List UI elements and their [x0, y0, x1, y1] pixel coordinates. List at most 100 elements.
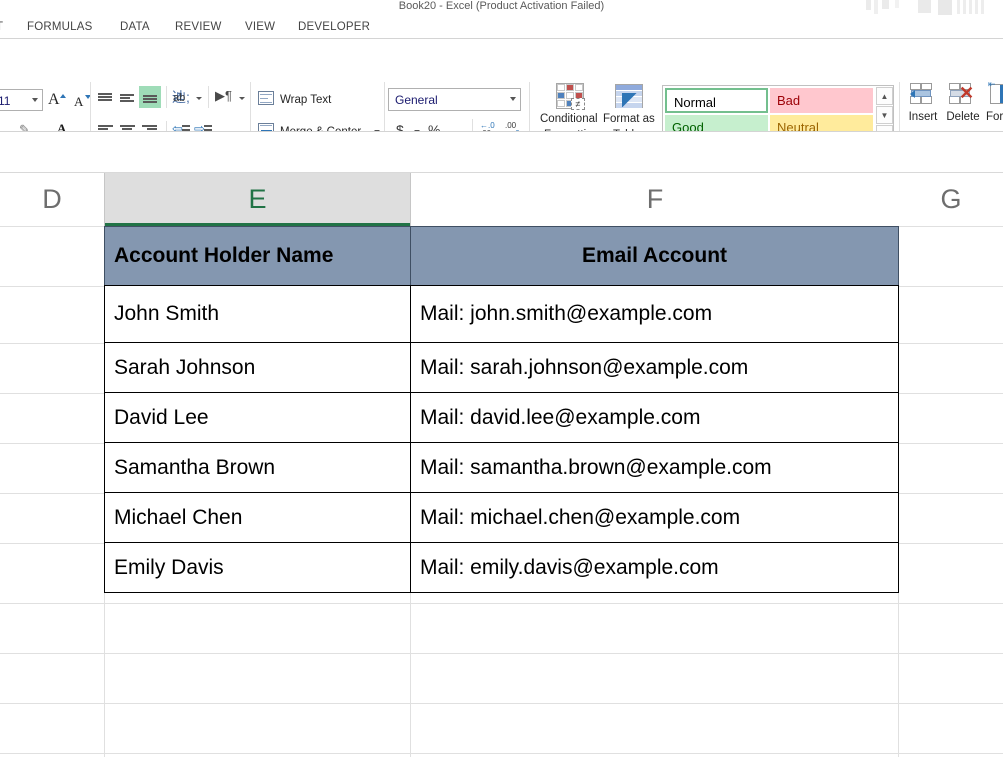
cf-cell [575, 84, 583, 91]
window-decoration-5 [918, 0, 931, 13]
chevron-down-icon[interactable] [32, 98, 38, 102]
table-cell-email[interactable]: Mail: michael.chen@example.com [410, 492, 899, 543]
triangle-up-icon [60, 94, 66, 98]
excel-window: Book20 - Excel (Product Activation Faile… [0, 0, 1003, 757]
delete-cells-icon: ✕ [949, 83, 975, 107]
cell-style-normal[interactable]: Normal [665, 88, 768, 113]
increase-font-size-icon: A [48, 91, 60, 108]
tab-formulas[interactable]: FORMULAS [27, 15, 93, 38]
ribbon-tab-strip: T FORMULAS DATA REVIEW VIEW DEVELOPER [0, 15, 1003, 38]
gridline-horizontal [0, 753, 1003, 754]
cf-cell [557, 84, 565, 91]
text-direction-dropdown-icon[interactable] [239, 97, 245, 100]
column-header-row: D E F G [0, 173, 1003, 226]
delete-cells-label: Delete [946, 111, 980, 123]
wrap-text-icon [258, 91, 274, 105]
table-cell-name[interactable]: John Smith [104, 285, 411, 343]
conditional-formatting-label-1: Conditional [540, 113, 598, 125]
format-resize-arrow: ⇤ [988, 79, 996, 89]
insert-grid-tl [910, 83, 921, 90]
formula-bar-area [0, 132, 1003, 172]
text-direction-button[interactable]: ▶¶ [215, 88, 237, 107]
table-cell-email[interactable]: Mail: samantha.brown@example.com [410, 442, 899, 493]
column-header-e[interactable]: E [104, 173, 411, 226]
ribbon: 11 A A ✎ A ⌐ 辿; ↗ ab ▶¶ ⇦ ⇨ Wrap Text ⌐ … [0, 39, 1003, 166]
table-cell-name[interactable]: David Lee [104, 392, 411, 443]
format-cells-label: For [986, 111, 1003, 123]
styles-scroll-down-button[interactable]: ▼ [876, 106, 893, 124]
table-cell-email[interactable]: Mail: john.smith@example.com [410, 285, 899, 343]
tab-developer[interactable]: DEVELOPER [298, 15, 370, 38]
tab-review[interactable]: REVIEW [175, 15, 222, 38]
tab-data[interactable]: DATA [120, 15, 150, 38]
window-decoration-11 [981, 0, 984, 14]
insert-arrow-head [910, 90, 915, 98]
insert-cells-icon [910, 83, 936, 107]
column-header-d[interactable]: D [0, 173, 104, 226]
gridline-horizontal [0, 603, 1003, 604]
fat-brush-icon [622, 93, 640, 107]
column-header-f[interactable]: F [411, 173, 899, 226]
table-header-name[interactable]: Account Holder Name [104, 226, 411, 286]
tab-view[interactable]: VIEW [245, 15, 275, 38]
delete-x-icon: ✕ [959, 83, 975, 103]
fat-row [616, 85, 642, 90]
separator-orientation-direction [208, 86, 209, 108]
window-title: Book20 - Excel (Product Activation Faile… [398, 0, 605, 12]
chevron-down-icon[interactable] [510, 97, 516, 101]
middle-align-button[interactable] [118, 91, 136, 107]
window-decoration-2 [874, 0, 878, 14]
column-header-g[interactable]: G [899, 173, 1003, 226]
conditional-formatting-icon: ≠ [556, 83, 585, 110]
insert-grid-br [921, 96, 932, 104]
gridline-horizontal [0, 703, 1003, 704]
window-decoration-9 [969, 0, 972, 14]
tab-insert-truncated[interactable]: T [0, 15, 3, 38]
decrease-font-size-icon: A [74, 94, 84, 109]
number-format-select[interactable]: General [388, 88, 521, 111]
cf-neq-badge: ≠ [571, 98, 585, 110]
insert-cells-label: Insert [908, 111, 938, 123]
top-align-button[interactable] [96, 91, 114, 107]
insert-grid-tr [921, 83, 932, 90]
format-cells-icon: ⇤ [988, 79, 1003, 107]
window-decoration-10 [975, 0, 978, 14]
increase-font-size-button[interactable]: A [46, 90, 68, 110]
title-bar: Book20 - Excel (Product Activation Faile… [0, 0, 1003, 15]
window-decoration-3 [882, 0, 889, 9]
table-cell-email[interactable]: Mail: sarah.johnson@example.com [410, 342, 899, 393]
orientation-button[interactable]: 辿; ↗ ab [172, 88, 192, 107]
font-size-value: 11 [0, 94, 11, 108]
cell-style-bad[interactable]: Bad [770, 88, 873, 113]
format-as-table-icon [615, 84, 643, 108]
window-decoration-1 [866, 0, 871, 10]
window-decoration-7 [957, 0, 960, 14]
table-cell-name[interactable]: Emily Davis [104, 542, 411, 593]
cf-cell [557, 100, 565, 107]
worksheet-grid[interactable]: Account Holder Name Email Account John S… [0, 226, 1003, 757]
cf-cell [566, 84, 574, 91]
cf-cell [557, 92, 565, 99]
table-cell-name[interactable]: Michael Chen [104, 492, 411, 543]
merge-line-top [260, 125, 272, 127]
wrap-line-1 [260, 94, 272, 96]
table-cell-name[interactable]: Samantha Brown [104, 442, 411, 493]
table-cell-name[interactable]: Sarah Johnson [104, 342, 411, 393]
orientation-letters: ab [173, 92, 186, 104]
wrap-text-label: Wrap Text [280, 94, 332, 106]
window-decoration-4 [895, 0, 899, 8]
table-cell-email[interactable]: Mail: emily.davis@example.com [410, 542, 899, 593]
window-decoration-6 [938, 0, 952, 16]
wrap-line-2 [260, 98, 268, 100]
orientation-dropdown-icon[interactable] [196, 97, 202, 100]
table-header-email[interactable]: Email Account [410, 226, 899, 286]
wrap-line-3 [260, 102, 272, 104]
separator-align-orientation [166, 86, 167, 108]
bottom-align-button[interactable] [139, 86, 161, 108]
styles-scroll-up-button[interactable]: ▲ [876, 87, 893, 105]
table-cell-email[interactable]: Mail: david.lee@example.com [410, 392, 899, 443]
wrap-text-button[interactable]: Wrap Text [258, 90, 378, 110]
number-format-value: General [395, 93, 438, 107]
format-as-table-label-1: Format as [603, 113, 655, 125]
font-size-input[interactable]: 11 [0, 89, 43, 111]
